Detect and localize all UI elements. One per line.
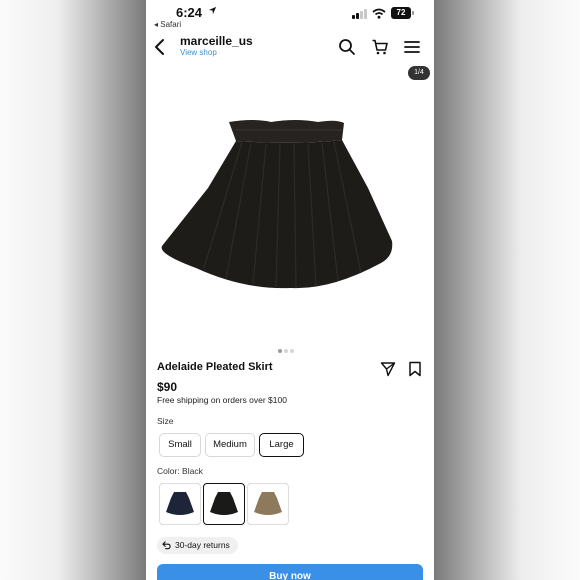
wifi-icon	[372, 8, 386, 19]
skirt-thumbnail-tan	[254, 492, 282, 515]
bookmark-icon[interactable]	[407, 361, 423, 377]
back-to-safari-link[interactable]: ◂ Safari	[154, 20, 181, 29]
carousel-dot	[284, 349, 288, 353]
back-arrow-icon[interactable]	[152, 38, 168, 56]
color-label: Color: Black	[157, 466, 203, 476]
image-counter-badge: 1/4	[408, 66, 430, 80]
product-image	[161, 120, 393, 289]
battery-icon: 72	[391, 7, 411, 19]
color-swatch-black[interactable]	[203, 483, 245, 525]
product-price: $90	[157, 380, 178, 394]
color-swatch-tan[interactable]	[247, 483, 289, 525]
size-option-medium[interactable]: Medium	[205, 433, 255, 457]
battery-tip	[412, 11, 414, 15]
status-bar: 6:24 ◂ Safari 72	[146, 0, 434, 30]
size-label: Size	[157, 416, 174, 426]
background-blur-right	[434, 0, 580, 580]
signal-icon	[352, 9, 368, 19]
cart-icon[interactable]	[371, 38, 389, 56]
skirt-thumbnail-black	[210, 492, 238, 515]
carousel-dots	[278, 340, 296, 353]
size-option-large[interactable]: Large	[259, 433, 304, 457]
return-arrow-icon	[162, 541, 171, 550]
returns-badge[interactable]: 30-day returns	[157, 537, 238, 554]
product-image-gallery[interactable]	[146, 64, 434, 354]
carousel-dot-active	[278, 349, 282, 353]
shipping-info: Free shipping on orders over $100	[157, 395, 287, 405]
returns-label: 30-day returns	[175, 540, 230, 550]
status-time: 6:24	[176, 5, 203, 20]
shop-name[interactable]: marceille_us	[180, 34, 253, 48]
size-option-small[interactable]: Small	[159, 433, 201, 457]
top-nav: marceille_us View shop	[146, 30, 434, 64]
menu-icon[interactable]	[403, 38, 421, 56]
location-arrow-icon	[208, 6, 217, 15]
skirt-thumbnail-navy	[166, 492, 194, 515]
buy-now-button[interactable]: Buy now	[157, 564, 423, 580]
share-icon[interactable]	[380, 361, 396, 377]
search-icon[interactable]	[338, 38, 356, 56]
color-swatch-navy[interactable]	[159, 483, 201, 525]
view-shop-link[interactable]: View shop	[180, 48, 217, 57]
carousel-dot	[290, 349, 294, 353]
phone-screen: 6:24 ◂ Safari 72 marceille_us View shop	[146, 0, 434, 580]
background-blur-left	[0, 0, 146, 580]
product-title: Adelaide Pleated Skirt	[157, 361, 273, 373]
